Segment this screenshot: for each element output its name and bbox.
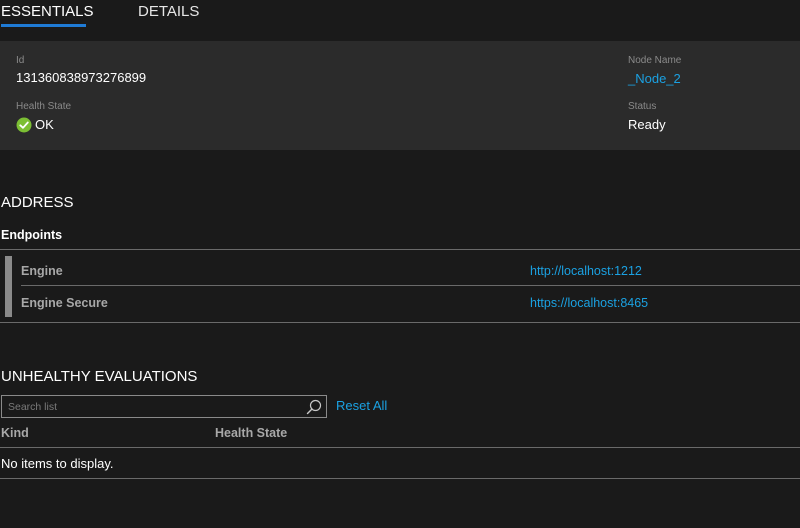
unhealthy-evaluations-title: UNHEALTHY EVALUATIONS bbox=[1, 368, 198, 385]
column-header-health-state[interactable]: Health State bbox=[215, 426, 287, 440]
endpoint-url-engine[interactable]: http://localhost:1212 bbox=[530, 264, 642, 278]
id-value: 131360838973276899 bbox=[16, 70, 147, 85]
id-label: Id bbox=[16, 55, 25, 66]
endpoints-divider bbox=[0, 249, 800, 250]
address-title: ADDRESS bbox=[1, 194, 74, 211]
endpoint-name-engine-secure: Engine Secure bbox=[21, 296, 108, 310]
search-box bbox=[1, 395, 327, 418]
reset-all-link[interactable]: Reset All bbox=[336, 398, 387, 413]
status-value: Ready bbox=[628, 117, 666, 132]
active-tab-indicator bbox=[1, 24, 86, 27]
endpoints-title: Endpoints bbox=[1, 228, 63, 242]
endpoint-row-divider bbox=[21, 285, 800, 286]
table-bottom-divider bbox=[0, 478, 800, 479]
node-name-link[interactable]: _Node_2 bbox=[628, 71, 681, 86]
empty-message: No items to display. bbox=[1, 456, 114, 471]
table-header-divider bbox=[0, 447, 800, 448]
essentials-panel: Id 131360838973276899 Health State OK No… bbox=[0, 41, 800, 150]
search-input[interactable] bbox=[8, 398, 298, 415]
health-state-value: OK bbox=[35, 117, 54, 132]
tab-essentials[interactable]: ESSENTIALS bbox=[1, 3, 94, 20]
column-header-kind[interactable]: Kind bbox=[1, 426, 29, 440]
endpoints-group-bar bbox=[5, 256, 12, 317]
endpoint-name-engine: Engine bbox=[21, 264, 63, 278]
check-circle-icon bbox=[16, 117, 32, 133]
status-label: Status bbox=[628, 101, 657, 112]
search-icon[interactable] bbox=[305, 398, 323, 416]
tab-details[interactable]: DETAILS bbox=[138, 3, 199, 20]
endpoint-url-engine-secure[interactable]: https://localhost:8465 bbox=[530, 296, 648, 310]
health-state-label: Health State bbox=[16, 101, 72, 112]
address-bottom-divider bbox=[0, 322, 800, 323]
node-name-label: Node Name bbox=[628, 55, 682, 66]
